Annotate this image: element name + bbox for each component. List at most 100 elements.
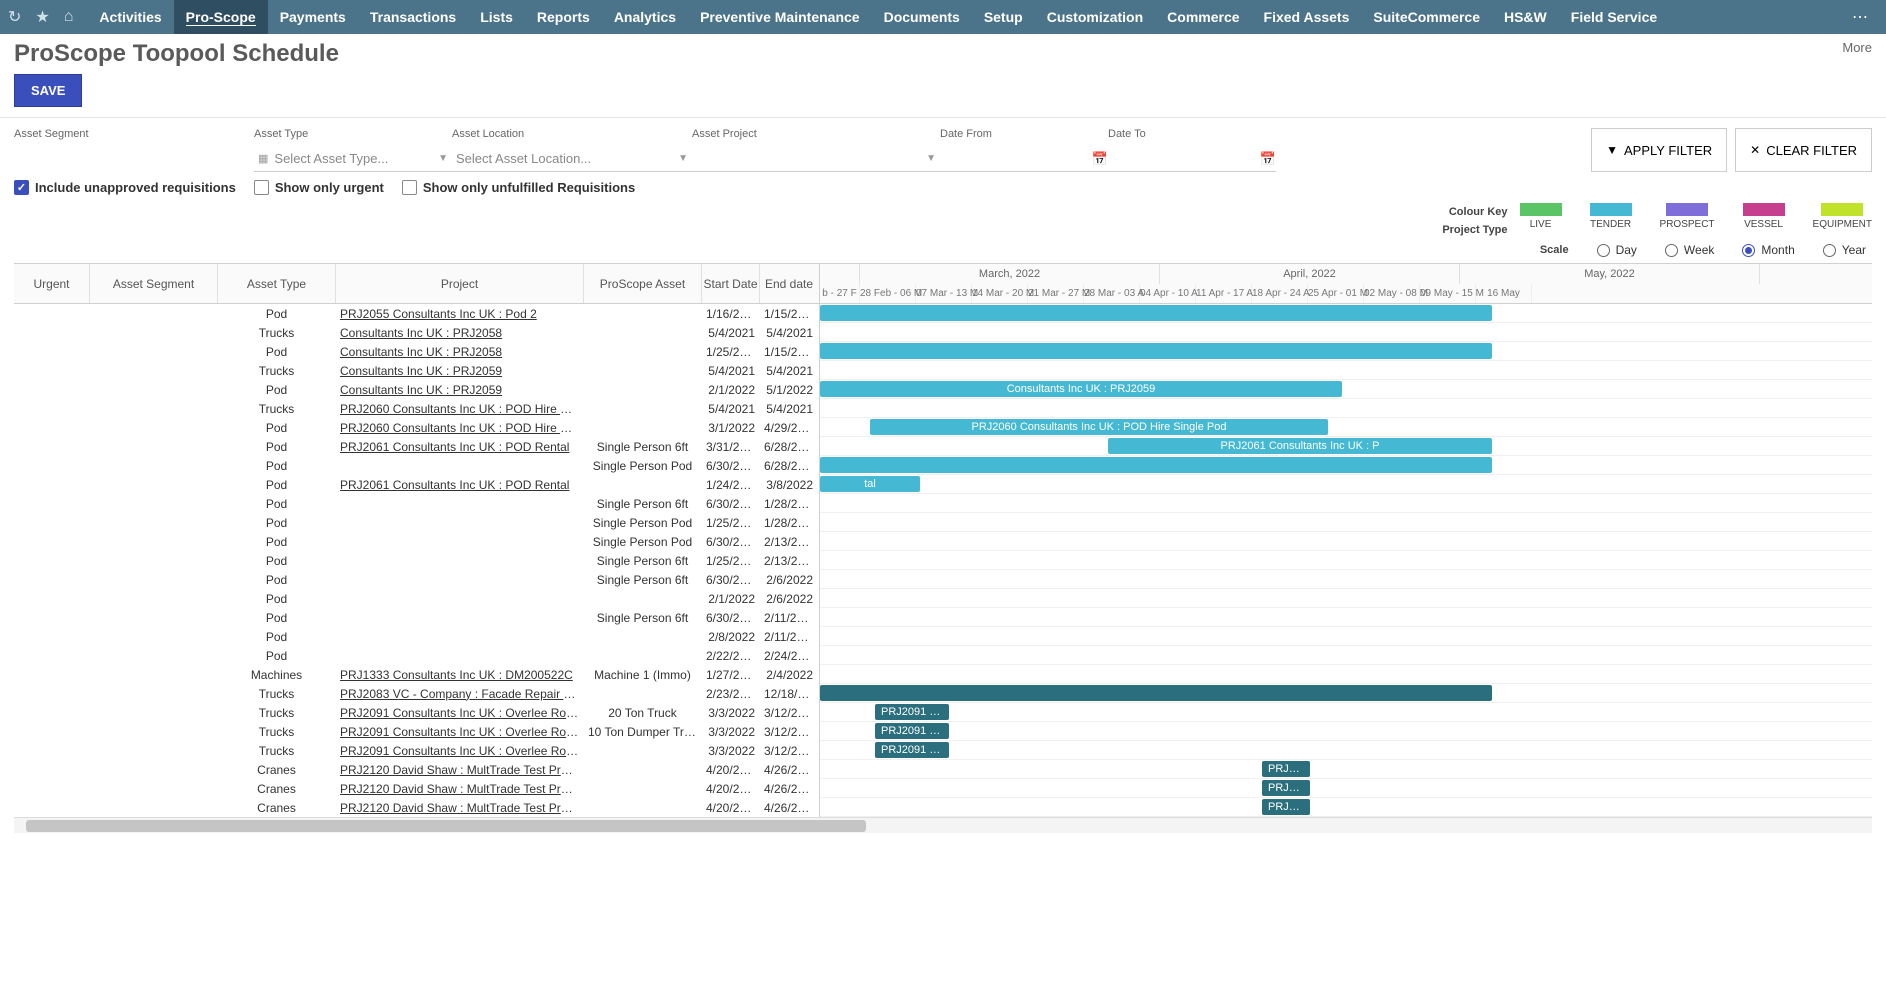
- gantt-bar[interactable]: PRJ2091 Consu: [875, 742, 949, 758]
- gantt-bar[interactable]: [820, 457, 1492, 473]
- table-row[interactable]: Pod2/22/20222/24/2022: [14, 646, 819, 665]
- col-end[interactable]: End date: [760, 264, 818, 303]
- scale-year[interactable]: Year: [1823, 243, 1866, 257]
- project-link[interactable]: Consultants Inc UK : PRJ2059: [340, 364, 502, 378]
- project-link[interactable]: PRJ2091 Consultants Inc UK : Overlee Roa…: [340, 725, 584, 739]
- nav-more-icon[interactable]: ⋯: [1842, 7, 1878, 27]
- gantt-bar[interactable]: [820, 305, 1492, 321]
- recent-icon[interactable]: ↻: [8, 7, 21, 27]
- project-link[interactable]: PRJ2091 Consultants Inc UK : Overlee Roa…: [340, 744, 584, 758]
- table-row[interactable]: Pod2/1/20222/6/2022: [14, 589, 819, 608]
- table-row[interactable]: PodSingle Person Pod6/30/20202/13/2022: [14, 532, 819, 551]
- col-segment[interactable]: Asset Segment: [90, 264, 218, 303]
- table-row[interactable]: PodPRJ2060 Consultants Inc UK : POD Hire…: [14, 418, 819, 437]
- col-urgent[interactable]: Urgent: [14, 264, 90, 303]
- project-link[interactable]: PRJ2060 Consultants Inc UK : POD Hire Si…: [340, 421, 584, 435]
- scale-week[interactable]: Week: [1665, 243, 1714, 257]
- table-row[interactable]: CranesPRJ2120 David Shaw : MultTrade Tes…: [14, 760, 819, 779]
- asset-project-select[interactable]: ▼: [692, 146, 940, 172]
- nav-item-documents[interactable]: Documents: [872, 0, 972, 34]
- col-asset[interactable]: ProScope Asset: [584, 264, 702, 303]
- table-row[interactable]: PodPRJ2061 Consultants Inc UK : POD Rent…: [14, 475, 819, 494]
- nav-item-preventive-maintenance[interactable]: Preventive Maintenance: [688, 0, 872, 34]
- table-row[interactable]: TrucksConsultants Inc UK : PRJ20595/4/20…: [14, 361, 819, 380]
- favorite-icon[interactable]: ★: [35, 7, 49, 27]
- gantt-bar[interactable]: PRJ2060 Consultants Inc UK : POD Hire Si…: [870, 419, 1328, 435]
- table-row[interactable]: PodSingle Person Pod6/30/20206/28/2022: [14, 456, 819, 475]
- nav-item-fixed-assets[interactable]: Fixed Assets: [1252, 0, 1362, 34]
- project-link[interactable]: PRJ2120 David Shaw : MultTrade Test Proj…: [340, 801, 584, 815]
- nav-item-customization[interactable]: Customization: [1035, 0, 1155, 34]
- table-row[interactable]: PodConsultants Inc UK : PRJ20592/1/20225…: [14, 380, 819, 399]
- table-row[interactable]: TrucksPRJ2091 Consultants Inc UK : Overl…: [14, 741, 819, 760]
- table-row[interactable]: TrucksPRJ2091 Consultants Inc UK : Overl…: [14, 722, 819, 741]
- table-row[interactable]: PodSingle Person 6ft6/30/20201/28/2022: [14, 494, 819, 513]
- apply-filter-button[interactable]: ▼APPLY FILTER: [1591, 128, 1727, 172]
- table-row[interactable]: TrucksPRJ2060 Consultants Inc UK : POD H…: [14, 399, 819, 418]
- clear-filter-button[interactable]: ✕CLEAR FILTER: [1735, 128, 1872, 172]
- scale-day[interactable]: Day: [1597, 243, 1637, 257]
- table-row[interactable]: MachinesPRJ1333 Consultants Inc UK : DM2…: [14, 665, 819, 684]
- table-row[interactable]: PodPRJ2061 Consultants Inc UK : POD Rent…: [14, 437, 819, 456]
- show-unfulfilled-checkbox[interactable]: [402, 180, 417, 195]
- date-to-input[interactable]: 📅: [1108, 146, 1276, 172]
- project-link[interactable]: PRJ2061 Consultants Inc UK : POD Rental: [340, 478, 569, 492]
- date-from-input[interactable]: 📅: [940, 146, 1108, 172]
- nav-item-transactions[interactable]: Transactions: [358, 0, 468, 34]
- nav-item-lists[interactable]: Lists: [468, 0, 525, 34]
- gantt-bar[interactable]: [820, 685, 1492, 701]
- table-row[interactable]: CranesPRJ2120 David Shaw : MultTrade Tes…: [14, 779, 819, 798]
- gantt-bar[interactable]: PRJ2120 D: [1262, 780, 1310, 796]
- project-link[interactable]: PRJ2091 Consultants Inc UK : Overlee Roa…: [340, 706, 584, 720]
- project-link[interactable]: PRJ2060 Consultants Inc UK : POD Hire Si…: [340, 402, 584, 416]
- save-button[interactable]: SAVE: [14, 74, 82, 107]
- table-row[interactable]: TrucksConsultants Inc UK : PRJ20585/4/20…: [14, 323, 819, 342]
- scale-month[interactable]: Month: [1742, 243, 1794, 257]
- table-row[interactable]: PodSingle Person 6ft1/25/20222/13/2022: [14, 551, 819, 570]
- gantt-bar[interactable]: Consultants Inc UK : PRJ2059: [820, 381, 1342, 397]
- table-row[interactable]: TrucksPRJ2083 VC - Company : Facade Repa…: [14, 684, 819, 703]
- gantt-bar[interactable]: PRJ2091 Consu: [875, 704, 949, 720]
- project-link[interactable]: PRJ2083 VC - Company : Facade Repair and…: [340, 687, 584, 701]
- col-type[interactable]: Asset Type: [218, 264, 336, 303]
- table-row[interactable]: TrucksPRJ2091 Consultants Inc UK : Overl…: [14, 703, 819, 722]
- gantt-bar[interactable]: PRJ2061 Consultants Inc UK : P: [1108, 438, 1492, 454]
- col-start[interactable]: Start Date: [702, 264, 760, 303]
- nav-item-reports[interactable]: Reports: [525, 0, 602, 34]
- gantt-bar[interactable]: tal: [820, 476, 920, 492]
- home-icon[interactable]: ⌂: [64, 8, 74, 26]
- project-link[interactable]: Consultants Inc UK : PRJ2058: [340, 345, 502, 359]
- project-link[interactable]: PRJ2120 David Shaw : MultTrade Test Proj…: [340, 763, 584, 777]
- table-row[interactable]: PodSingle Person Pod1/25/20221/28/2022: [14, 513, 819, 532]
- table-row[interactable]: PodConsultants Inc UK : PRJ20581/25/2022…: [14, 342, 819, 361]
- nav-item-field-service[interactable]: Field Service: [1559, 0, 1669, 34]
- nav-item-activities[interactable]: Activities: [87, 0, 173, 34]
- nav-item-pro-scope[interactable]: Pro-Scope: [174, 0, 268, 34]
- asset-type-select[interactable]: ▦ Select Asset Type... ▼: [254, 146, 452, 172]
- asset-location-select[interactable]: Select Asset Location... ▼: [452, 146, 692, 172]
- project-link[interactable]: Consultants Inc UK : PRJ2058: [340, 326, 502, 340]
- col-project[interactable]: Project: [336, 264, 584, 303]
- nav-item-commerce[interactable]: Commerce: [1155, 0, 1251, 34]
- nav-item-payments[interactable]: Payments: [268, 0, 358, 34]
- project-link[interactable]: PRJ1333 Consultants Inc UK : DM200522C: [340, 668, 573, 682]
- nav-item-hs&w[interactable]: HS&W: [1492, 0, 1559, 34]
- project-link[interactable]: PRJ2055 Consultants Inc UK : Pod 2: [340, 307, 537, 321]
- nav-item-suitecommerce[interactable]: SuiteCommerce: [1361, 0, 1492, 34]
- table-row[interactable]: CranesPRJ2120 David Shaw : MultTrade Tes…: [14, 798, 819, 817]
- project-link[interactable]: PRJ2120 David Shaw : MultTrade Test Proj…: [340, 782, 584, 796]
- table-row[interactable]: PodSingle Person 6ft6/30/20202/6/2022: [14, 570, 819, 589]
- show-urgent-checkbox[interactable]: [254, 180, 269, 195]
- project-link[interactable]: Consultants Inc UK : PRJ2059: [340, 383, 502, 397]
- table-row[interactable]: PodPRJ2055 Consultants Inc UK : Pod 21/1…: [14, 304, 819, 323]
- gantt-bar[interactable]: [820, 343, 1492, 359]
- include-unapproved-checkbox[interactable]: ✓: [14, 180, 29, 195]
- nav-item-analytics[interactable]: Analytics: [602, 0, 688, 34]
- gantt-bar[interactable]: PRJ2120 D: [1262, 761, 1310, 777]
- horizontal-scrollbar[interactable]: [14, 817, 1872, 833]
- project-link[interactable]: PRJ2061 Consultants Inc UK : POD Rental: [340, 440, 569, 454]
- gantt-bar[interactable]: PRJ2120 D: [1262, 799, 1310, 815]
- scrollbar-thumb[interactable]: [26, 820, 866, 832]
- table-row[interactable]: Pod2/8/20222/11/2022: [14, 627, 819, 646]
- gantt-bar[interactable]: PRJ2091 Consu: [875, 723, 949, 739]
